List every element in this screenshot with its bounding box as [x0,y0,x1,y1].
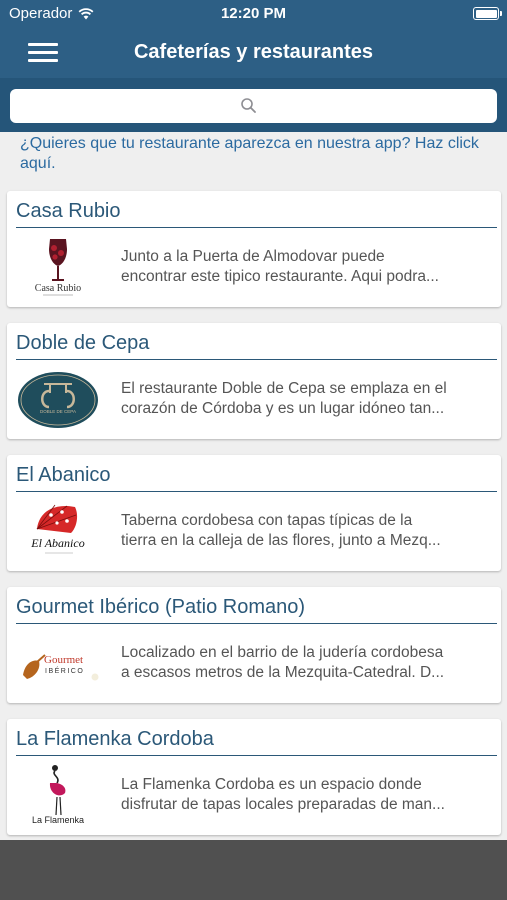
search-input[interactable] [10,89,497,123]
logo-text: DOBLE DE CEPA [40,409,76,414]
restaurant-card[interactable]: Doble de Cepa DOBLE DE CEPA El restauran… [7,323,501,439]
restaurant-description: Localizado en el barrio de la judería co… [121,644,445,681]
status-bar: Operador 12:20 PM [0,0,507,28]
divider [16,755,497,756]
restaurant-name: La Flamenka Cordoba [16,728,214,750]
restaurant-description: La Flamenka Cordoba es un espacio donde … [121,776,445,813]
bottom-bar [0,840,507,900]
casa-rubio-logo: Casa Rubio [35,239,81,296]
restaurant-name: Doble de Cepa [16,332,150,354]
divider [16,623,497,624]
svg-text:Casa Rubio: Casa Rubio [35,283,81,294]
divider [16,227,497,228]
divider [16,491,497,492]
restaurant-list: Casa Rubio Casa Rubio Junto a la Puerta … [7,191,501,851]
logo-text: La Flamenka [32,815,84,825]
restaurant-name: Gourmet Ibérico (Patio Romano) [16,596,306,618]
restaurant-description: El restaurante Doble de Cepa se emplaza … [121,380,447,417]
logo-text: Gourmet [44,654,83,666]
restaurant-name: Casa Rubio [16,200,121,222]
restaurant-description: Junto a la Puerta de Almodovar puede enc… [121,248,439,285]
page-title: Cafeterías y restaurantes [133,41,373,63]
add-restaurant-link[interactable]: ¿Quieres que tu restaurante aparezca en … [20,134,490,174]
search-bar [0,78,507,132]
restaurant-description: Taberna cordobesa con tapas típicas de l… [121,512,441,549]
doble-de-cepa-logo: DOBLE DE CEPA [18,372,98,428]
battery-icon [473,7,502,20]
el-abanico-logo: El Abanico [30,504,85,554]
clock: 12:20 PM [220,5,287,22]
gourmet-iberico-logo: Gourmet IBÉRICO [23,654,99,681]
la-flamenka-logo: La Flamenka [32,765,84,825]
logo-text: El Abanico [30,536,84,550]
divider [16,359,497,360]
restaurant-card[interactable]: Gourmet Ibérico (Patio Romano) Gourmet I… [7,587,501,703]
restaurant-card[interactable]: El Abanico El Abanico Taberna cordobesa … [7,455,501,571]
restaurant-name: El Abanico [16,464,111,486]
restaurant-card[interactable]: Casa Rubio Casa Rubio Junto a la Puerta … [7,191,501,307]
logo-subtext: IBÉRICO [45,666,84,675]
nav-bar: Cafeterías y restaurantes [0,28,507,78]
restaurant-card[interactable]: La Flamenka Cordoba La Flamenka La Flame… [7,719,501,835]
